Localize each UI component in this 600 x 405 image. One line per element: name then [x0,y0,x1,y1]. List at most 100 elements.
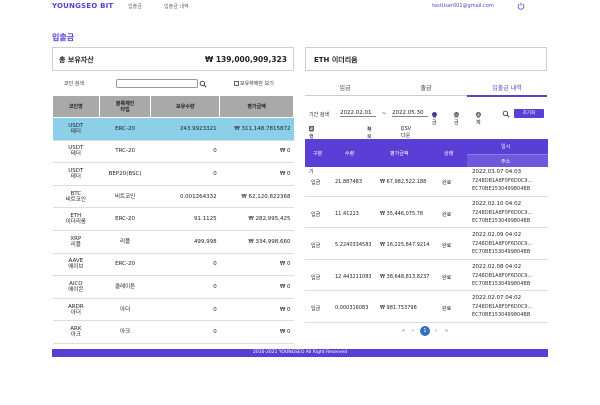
tab-bar: 입금 출금 입출금 내역 [305,78,547,97]
history-datetime: 2022.02.10 04:02 [472,200,522,207]
logo[interactable]: YOUNGSEO BIT [52,2,113,10]
holdings-only-label: 보유하에만 보기 [240,81,274,87]
history-value: ₩ 35,446,075.78 [380,210,424,217]
coin-row[interactable]: USDT 테더 ERC-20 243.9923321 ₩ 311,148.781587… [52,117,294,141]
coin-row[interactable]: XRP 리플 리플 499,998 ₩ 334,998,660 [52,230,294,254]
power-icon[interactable] [517,2,525,10]
coin-search-row: 코인 검색 보유하에만 보기 [52,79,294,89]
history-row[interactable]: 입금 5.2240334583 ₩ 16,225,847.9214 완료 2022.02… [305,230,548,260]
history-value: ₩ 38,648,813.8237 [380,273,430,280]
chain-type: BEP20(BSC) [99,162,151,186]
coin-row[interactable]: USDT 테더 BEP20(BSC) 0 ₩ 0 [52,162,294,186]
history-status: 완료 [442,243,452,250]
value: ₩ 0 [219,162,294,186]
coin-table: 코인명 블록체인 타입 보유수량 평가금액 USDT 테더 ERC-20 243.9… [52,95,294,344]
history-datetime: 2022.02.09 04:02 [472,232,522,239]
history-datetime: 2022.02.08 04:02 [472,263,522,270]
coin-row[interactable]: ARDR 아더 아더 0 ₩ 0 [52,298,294,322]
page-1-button[interactable]: 1 [420,326,430,336]
quantity: 91.1125 [150,207,220,231]
first-page-button[interactable]: « [402,328,405,334]
history-datetime: 2022.02.07 04:02 [472,295,522,302]
history-qty: 21.887483 [335,179,363,185]
next-page-button[interactable]: › [435,328,437,334]
chain-type: 클레이튼 [99,275,151,299]
history-address-line1: 7248DB1A8F0F6D0C9... [472,272,533,279]
chain-type: 비트코인 [99,185,151,209]
quantity: 0 [150,140,220,164]
history-row[interactable]: 입금 12.443211083 ₩ 38,648,813.8237 완료 2022.02… [305,262,548,292]
chain-type: ERC-20 [99,253,151,277]
history-address-line1: 7248DB1A8F0F6D0C9... [472,209,533,216]
coin-name: ARK 아크 [52,320,100,344]
col-value[interactable]: 평가금액 [219,95,294,118]
history-address-line2: EC70BE1530499804BB [472,312,531,319]
coin-name: BTC 비트코인 [52,185,100,209]
coin-table-header: 코인명 블록체인 타입 보유수량 평가금액 [52,95,294,118]
col-status: 상태 [444,151,454,157]
last-page-button[interactable]: » [445,328,448,334]
history-address-line1: 7248DB1A8F0F6D0C9... [472,241,533,248]
quantity: 0 [150,253,220,277]
date-to-input[interactable]: 2022.05.30 [392,110,428,117]
history-type: 입금 [311,274,321,281]
coin-row[interactable]: ETH 이더리움 ERC-20 91.1125 ₩ 282,995,425 [52,207,294,231]
coin-row[interactable]: AICO 에이콘 클레이튼 0 ₩ 0 [52,275,294,299]
col-address-subheader: 주소 [467,154,548,167]
value: ₩ 282,995,425 [219,207,294,231]
selected-coin-box: ETH 이더리움 [305,47,547,71]
total-assets-box: 총 보유자산 ₩ 139,000,909,323 [52,47,294,71]
coin-search-input[interactable] [116,79,198,88]
search-icon[interactable] [502,110,510,118]
coin-row[interactable]: USDT 테더 TRC-20 0 ₩ 0 [52,140,294,164]
coin-row[interactable]: AAVE 에이브 ERC-20 0 ₩ 0 [52,253,294,277]
date-from-input[interactable]: 2022.02.01 [340,110,376,117]
col-chain-type[interactable]: 블록체인 타입 [98,95,152,118]
col-coin-name[interactable]: 코인명 [52,95,100,118]
coin-name: USDT 테더 [52,117,100,141]
total-assets-label: 총 보유자산 [59,56,94,64]
chain-type: ERC-20 [99,117,151,141]
value: ₩ 334,998,660 [219,230,294,254]
history-address-line2: EC70BE1530499804BB [472,186,531,192]
tab-deposit[interactable]: 입금 [305,83,385,92]
history-status: 완료 [442,306,452,313]
tab-withdraw[interactable]: 출금 [386,83,466,92]
history-address-line2: EC70BE1530499804BB [472,280,531,287]
nav-item-deposit-withdraw[interactable]: 입출금 [128,3,142,10]
history-status: 완료 [442,211,452,218]
col-quantity[interactable]: 보유수량 [150,95,221,118]
history-status: 완료 [442,180,452,186]
col-datetime: 일시 [501,144,511,150]
checkbox-box[interactable] [234,81,239,86]
search-icon[interactable] [199,80,207,88]
value: ₩ 311,148.7815872 [219,117,294,141]
value: ₩ 0 [219,320,294,344]
history-datetime: 2022.03.07 04:03 [472,169,522,175]
coin-row[interactable]: BTC 비트코인 비트코인 0.001264332 ₩ 62,120.822368 [52,185,294,209]
active-tab-indicator [467,95,547,97]
top-bar: YOUNGSEO BIT 입출금 입출금 내역 testUser001@gmai… [0,0,600,14]
quantity: 243.9923321 [150,117,220,141]
history-address-line2: EC70BE1530499804BB [472,217,531,224]
options-row: 진행 항목만 보기 ↻ 새로고침 ▯ CSV 다운로드 [309,124,549,175]
history-row[interactable]: 입금 11.41213 ₩ 35,446,075.78 완료 2022.02.10 04… [305,199,548,229]
coin-search-label: 코인 검색 [64,81,84,87]
history-row[interactable]: 입금 21.887483 ₩ 67,982,522.188 완료 2022.03.07 … [305,167,548,197]
history-value: ₩ 981.753798 [380,305,417,312]
reset-button[interactable]: 조기화 [514,109,544,118]
coin-row[interactable]: ARK 아크 아크 0 ₩ 0 [52,320,294,344]
quantity: 0.001264332 [150,185,220,209]
history-address-line1: 7248DB1A8F0F6D0C9... [472,304,533,311]
nav-item-history[interactable]: 입출금 내역 [164,3,189,10]
prev-page-button[interactable]: ‹ [412,328,414,334]
history-address-line1: 7248DB1A8F0F6D0C9... [472,178,533,184]
col-qty: 수량 [345,151,355,157]
history-address-line2: EC70BE1530499804BB [472,249,531,256]
coin-name: AAVE 에이브 [52,253,100,277]
tab-history[interactable]: 입출금 내역 [467,83,547,92]
value: ₩ 0 [219,298,294,322]
quantity: 0 [150,162,220,186]
history-row[interactable]: 입금 0.000316083 ₩ 981.753798 완료 2022.02.07 04… [305,293,548,324]
holdings-only-checkbox[interactable]: 보유하에만 보기 [234,80,274,87]
